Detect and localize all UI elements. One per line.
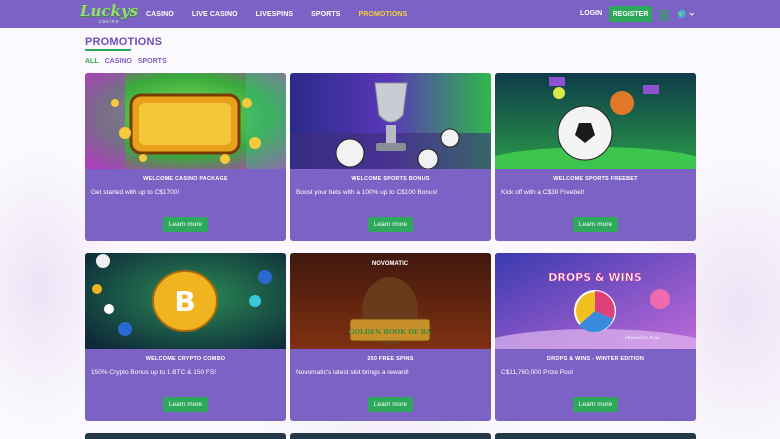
title-underline bbox=[85, 49, 131, 51]
top-navigation-bar: Luckys casino CASINO LIVE CASINO LIVESPI… bbox=[0, 0, 780, 28]
bitcoin-image[interactable]: B bbox=[85, 253, 286, 349]
nav-casino[interactable]: CASINO bbox=[146, 11, 174, 18]
promo-card-partial[interactable] bbox=[290, 433, 491, 439]
promo-description: Get started with up to C$1700! bbox=[91, 189, 180, 196]
promo-title: 250 FREE SPINS bbox=[367, 356, 414, 362]
learn-more-button[interactable]: Learn more bbox=[573, 217, 618, 232]
promo-title: WELCOME SPORTS BONUS bbox=[351, 176, 430, 182]
settings-icon[interactable] bbox=[658, 8, 670, 21]
promo-card: B WELCOME CRYPTO COMBO 150% Crypto Bonus… bbox=[85, 253, 286, 421]
nav-sports[interactable]: SPORTS bbox=[311, 11, 340, 18]
filter-all[interactable]: ALL bbox=[85, 58, 99, 65]
language-selector[interactable] bbox=[677, 8, 695, 20]
slot-game-title: GOLDEN BOOK OF RA bbox=[349, 328, 432, 336]
promo-card: DROPS & WINS PRAGMATIC PLAY DROPS & WINS… bbox=[495, 253, 696, 421]
nav-livespins[interactable]: LIVESPINS bbox=[256, 11, 293, 18]
login-link[interactable]: LOGIN bbox=[580, 10, 602, 17]
promo-title: WELCOME SPORTS FREEBET bbox=[553, 176, 638, 182]
novomatic-slot-image[interactable]: NOVOMATIC GOLDEN BOOK OF RA bbox=[290, 253, 491, 349]
promo-title: WELCOME CASINO PACKAGE bbox=[143, 176, 228, 182]
chevron-down-icon bbox=[689, 12, 695, 16]
promo-card: WELCOME CASINO PACKAGE Get started with … bbox=[85, 73, 286, 241]
nav-promotions[interactable]: PROMOTIONS bbox=[359, 11, 408, 18]
register-button[interactable]: REGISTER bbox=[609, 6, 652, 22]
trophy-image[interactable] bbox=[290, 73, 491, 169]
filter-sports[interactable]: SPORTS bbox=[138, 58, 167, 65]
drops-and-wins-image[interactable]: DROPS & WINS PRAGMATIC PLAY bbox=[495, 253, 696, 349]
learn-more-button[interactable]: Learn more bbox=[368, 217, 413, 232]
promo-description: Novomatic's latest slot brings a reward! bbox=[296, 369, 409, 376]
promo-description: 150% Crypto Bonus up to 1 BTC & 150 FS! bbox=[91, 369, 217, 376]
logo-text: Luckys bbox=[79, 1, 139, 20]
promo-card-partial[interactable] bbox=[85, 433, 286, 439]
promo-card-partial[interactable] bbox=[495, 433, 696, 439]
promo-description: C$11,760,000 Prize Pool bbox=[501, 369, 573, 376]
learn-more-button[interactable]: Learn more bbox=[368, 397, 413, 412]
promo-card: WELCOME SPORTS FREEBET Kick off with a C… bbox=[495, 73, 696, 241]
learn-more-button[interactable]: Learn more bbox=[163, 397, 208, 412]
soccer-ball-image[interactable] bbox=[495, 73, 696, 169]
learn-more-button[interactable]: Learn more bbox=[573, 397, 618, 412]
main-nav: CASINO LIVE CASINO LIVESPINS SPORTS PROM… bbox=[146, 0, 425, 28]
provider-label: PRAGMATIC PLAY bbox=[625, 335, 660, 340]
page-title: PROMOTIONS bbox=[85, 36, 163, 48]
filter-casino[interactable]: CASINO bbox=[105, 58, 132, 65]
logo-subtext: casino bbox=[98, 18, 120, 25]
promo-description: Boost your bets with a 100% up to C$100 … bbox=[296, 189, 438, 196]
site-logo[interactable]: Luckys casino bbox=[80, 1, 138, 27]
promo-description: Kick off with a C$30 Freebet! bbox=[501, 189, 585, 196]
promotion-filters: ALL CASINO SPORTS bbox=[85, 58, 173, 65]
novomatic-brand: NOVOMATIC bbox=[372, 261, 409, 267]
drops-wins-logo: DROPS & WINS bbox=[548, 271, 642, 284]
promo-title: DROPS & WINS - WINTER EDITION bbox=[546, 356, 645, 362]
promo-title: WELCOME CRYPTO COMBO bbox=[145, 356, 226, 362]
nav-live-casino[interactable]: LIVE CASINO bbox=[192, 11, 238, 18]
promo-card: WELCOME SPORTS BONUS Boost your bets wit… bbox=[290, 73, 491, 241]
promo-card: NOVOMATIC GOLDEN BOOK OF RA 250 FREE SPI… bbox=[290, 253, 491, 421]
globe-icon bbox=[677, 9, 686, 19]
learn-more-button[interactable]: Learn more bbox=[163, 217, 208, 232]
svg-text:B: B bbox=[174, 285, 195, 318]
big-win-slot-image[interactable] bbox=[85, 73, 286, 169]
